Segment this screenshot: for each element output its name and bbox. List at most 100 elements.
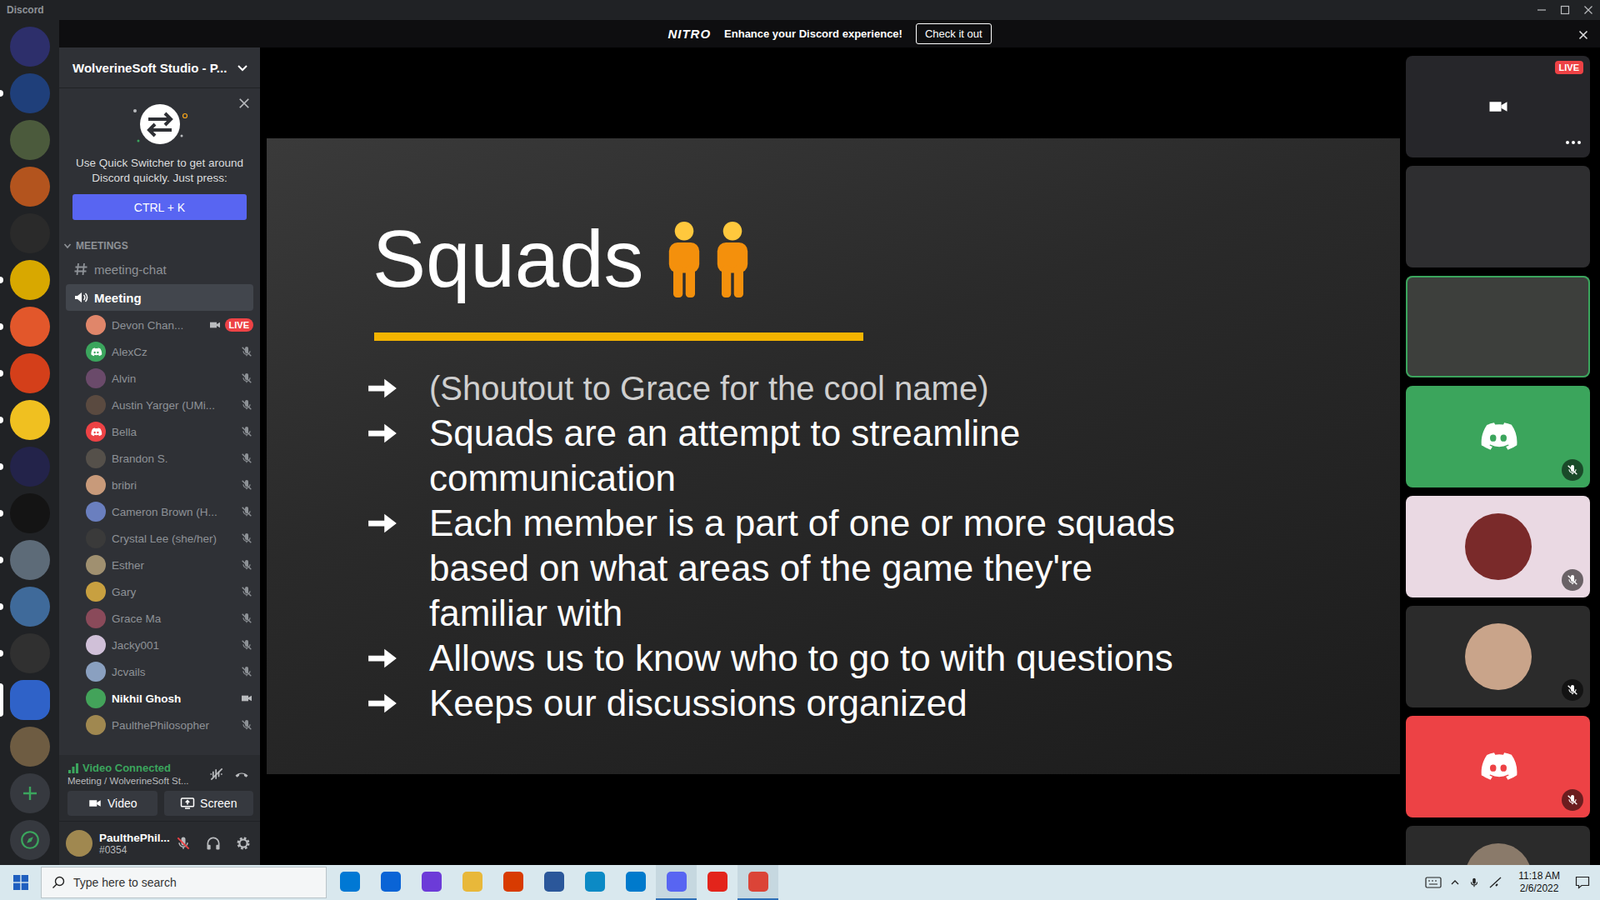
user-name: AlexCz: [111, 345, 148, 359]
discord-logo-icon: [1477, 745, 1520, 788]
chevron-up-icon[interactable]: [1450, 877, 1460, 888]
voice-user[interactable]: Esther: [82, 551, 257, 579]
taskbar-app[interactable]: [329, 865, 370, 900]
photo-tile[interactable]: [1405, 605, 1590, 708]
server-item[interactable]: [0, 726, 60, 767]
minimize-button[interactable]: [1530, 0, 1554, 20]
user-name: Esther: [111, 559, 145, 572]
banner-text: Enhance your Discord experience!: [724, 27, 903, 40]
start-button[interactable]: [0, 865, 41, 900]
explore-button[interactable]: [0, 820, 60, 860]
server-item[interactable]: [0, 260, 60, 300]
close-button[interactable]: [1576, 0, 1600, 20]
server-item[interactable]: [0, 213, 60, 254]
connection-location[interactable]: Meeting / WolverineSoft St...: [67, 775, 204, 786]
server-icon: [10, 353, 50, 394]
app-icon: [585, 871, 605, 892]
taskbar-app[interactable]: [533, 865, 575, 900]
network-icon[interactable]: [1488, 875, 1504, 890]
microphone-icon[interactable]: [1468, 875, 1480, 890]
channel-category[interactable]: MEETINGS: [59, 230, 260, 255]
taskbar-app[interactable]: [451, 865, 493, 900]
taskbar-app[interactable]: [370, 865, 411, 900]
more-icon[interactable]: [1565, 139, 1582, 146]
quick-switcher-close-button[interactable]: [238, 97, 250, 113]
screen-button[interactable]: Screen: [164, 790, 255, 816]
arrow-icon: [367, 365, 398, 411]
taskbar-app[interactable]: [492, 865, 534, 900]
server-item[interactable]: [0, 73, 60, 114]
video-tile[interactable]: [1405, 275, 1590, 378]
server-item[interactable]: [0, 586, 60, 627]
channel-item[interactable]: Meeting: [65, 284, 254, 311]
screen-tile[interactable]: [1405, 165, 1590, 268]
server-item[interactable]: [0, 26, 60, 67]
muted-mic-icon: [240, 425, 254, 439]
voice-user[interactable]: Cameron Brown (H...: [82, 498, 257, 525]
user-avatar[interactable]: [65, 830, 93, 857]
default-tile[interactable]: [1405, 715, 1590, 818]
taskbar-app[interactable]: [574, 865, 615, 900]
server-item[interactable]: [0, 353, 60, 394]
voice-user[interactable]: bribri: [82, 471, 257, 499]
muted-mic-icon: [1565, 463, 1580, 477]
server-item[interactable]: [0, 120, 60, 160]
mute-button[interactable]: [171, 830, 195, 857]
window-controls: [1530, 0, 1600, 20]
photo-tile[interactable]: [1405, 495, 1590, 598]
taskbar-search[interactable]: Type here to search: [40, 866, 327, 899]
server-item[interactable]: [0, 446, 60, 487]
server-item[interactable]: [0, 166, 60, 207]
server-item[interactable]: [0, 493, 60, 534]
banner-close-button[interactable]: [1578, 28, 1589, 44]
switch-arrows-icon: [126, 99, 194, 150]
server-item[interactable]: [0, 306, 60, 347]
voice-user[interactable]: Jacky001: [82, 631, 257, 659]
server-item[interactable]: [0, 680, 60, 720]
settings-button[interactable]: [231, 830, 255, 857]
stream-tile[interactable]: LIVE: [1405, 55, 1590, 158]
noise-suppression-button[interactable]: [205, 762, 229, 786]
add-server-button[interactable]: [0, 773, 60, 814]
clock[interactable]: 11:18 AM2/6/2022: [1511, 870, 1567, 895]
shared-slide: Squads(Shoutout to Grace for the cool na…: [266, 138, 1400, 775]
server-header[interactable]: WolverineSoft Studio - P...: [59, 47, 260, 88]
maximize-button[interactable]: [1553, 0, 1577, 20]
taskbar-app[interactable]: [655, 865, 697, 900]
taskbar-app[interactable]: [615, 865, 656, 900]
server-pill: [0, 370, 4, 377]
muted-mic-icon: [175, 835, 192, 852]
voice-user[interactable]: Devon Chan...LIVE: [82, 311, 257, 339]
voice-user[interactable]: Crystal Lee (she/her): [82, 525, 257, 552]
notification-icon[interactable]: [1575, 875, 1590, 890]
server-item[interactable]: [0, 400, 60, 440]
photo-tile[interactable]: [1405, 825, 1590, 865]
server-item[interactable]: [0, 540, 60, 580]
voice-user[interactable]: Jcvails: [82, 658, 257, 685]
taskbar-app[interactable]: [410, 865, 452, 900]
voice-user[interactable]: Bella: [82, 418, 257, 445]
voice-user[interactable]: PaulthePhilosopher: [82, 711, 257, 739]
voice-user[interactable]: Grace Ma: [82, 605, 257, 632]
user-name: Grace Ma: [111, 612, 161, 625]
voice-user[interactable]: Brandon S.: [82, 445, 257, 472]
server-item[interactable]: [0, 633, 60, 674]
taskbar-app[interactable]: [737, 865, 779, 900]
default-tile[interactable]: [1405, 385, 1590, 488]
channel-name: meeting-chat: [94, 262, 167, 277]
voice-user[interactable]: Austin Yarger (UMi...: [82, 391, 257, 419]
video-button[interactable]: Video: [67, 790, 158, 816]
taskbar-app[interactable]: [696, 865, 738, 900]
channel-item[interactable]: meeting-chat: [65, 255, 254, 283]
user-avatar: [85, 341, 106, 362]
check-it-out-button[interactable]: Check it out: [915, 23, 992, 45]
voice-user[interactable]: Nikhil Ghosh: [82, 685, 257, 712]
disconnect-button[interactable]: [230, 762, 254, 786]
voice-user[interactable]: AlexCz: [82, 338, 257, 365]
voice-user[interactable]: Alvin: [82, 365, 257, 392]
arrow-icon: [367, 680, 398, 726]
quick-switcher-shortcut-button[interactable]: CTRL + K: [72, 194, 247, 220]
voice-user[interactable]: Gary: [82, 578, 257, 605]
add-server-icon: [10, 773, 50, 814]
deafen-button[interactable]: [201, 830, 225, 857]
